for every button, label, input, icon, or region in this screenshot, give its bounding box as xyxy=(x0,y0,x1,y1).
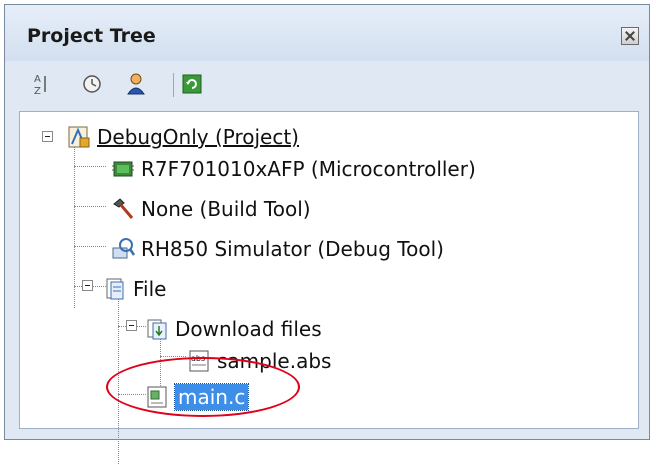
file-folder-icon xyxy=(106,278,124,300)
expander-download-files[interactable] xyxy=(126,320,137,331)
refresh-icon[interactable] xyxy=(179,71,205,97)
project-label: DebugOnly (Project) xyxy=(97,125,299,149)
svg-text:A: A xyxy=(34,74,41,85)
tree-item-debug-tool[interactable]: RH850 Simulator (Debug Tool) xyxy=(110,232,444,266)
tree-item-file[interactable]: File xyxy=(102,272,166,306)
hammer-icon xyxy=(113,198,134,219)
download-files-label: Download files xyxy=(175,317,322,341)
close-icon[interactable] xyxy=(621,27,639,45)
file-label: File xyxy=(133,277,167,301)
download-files-icon xyxy=(147,319,167,340)
user-icon[interactable] xyxy=(123,71,149,97)
expander-file[interactable] xyxy=(82,280,93,291)
microcontroller-label: R7F701010xAFP (Microcontroller) xyxy=(141,157,476,181)
debug-tool-label: RH850 Simulator (Debug Tool) xyxy=(141,237,444,261)
sort-icon[interactable]: A Z xyxy=(27,71,53,97)
clock-icon[interactable] xyxy=(79,71,105,97)
microcontroller-icon xyxy=(112,161,134,177)
project-icon xyxy=(68,126,90,148)
panel-titlebar: Project Tree xyxy=(5,5,649,61)
panel-title: Project Tree xyxy=(27,25,156,47)
svg-text:Z: Z xyxy=(34,86,41,96)
build-tool-label: None (Build Tool) xyxy=(141,197,311,221)
tree-item-build-tool[interactable]: None (Build Tool) xyxy=(110,192,311,226)
tree-item-microcontroller[interactable]: R7F701010xAFP (Microcontroller) xyxy=(110,152,476,186)
highlight-ellipse xyxy=(106,357,300,417)
tree-item-project[interactable]: DebugOnly (Project) xyxy=(66,120,299,154)
expander-project[interactable] xyxy=(42,131,53,142)
project-tree-panel: Project Tree A Z DebugOnly (Project) R7F… xyxy=(4,4,650,464)
debug-tool-icon xyxy=(112,238,136,259)
toolbar-separator xyxy=(173,73,174,97)
toolbar: A Z xyxy=(5,61,649,107)
tree-item-download-files[interactable]: Download files xyxy=(144,312,322,346)
